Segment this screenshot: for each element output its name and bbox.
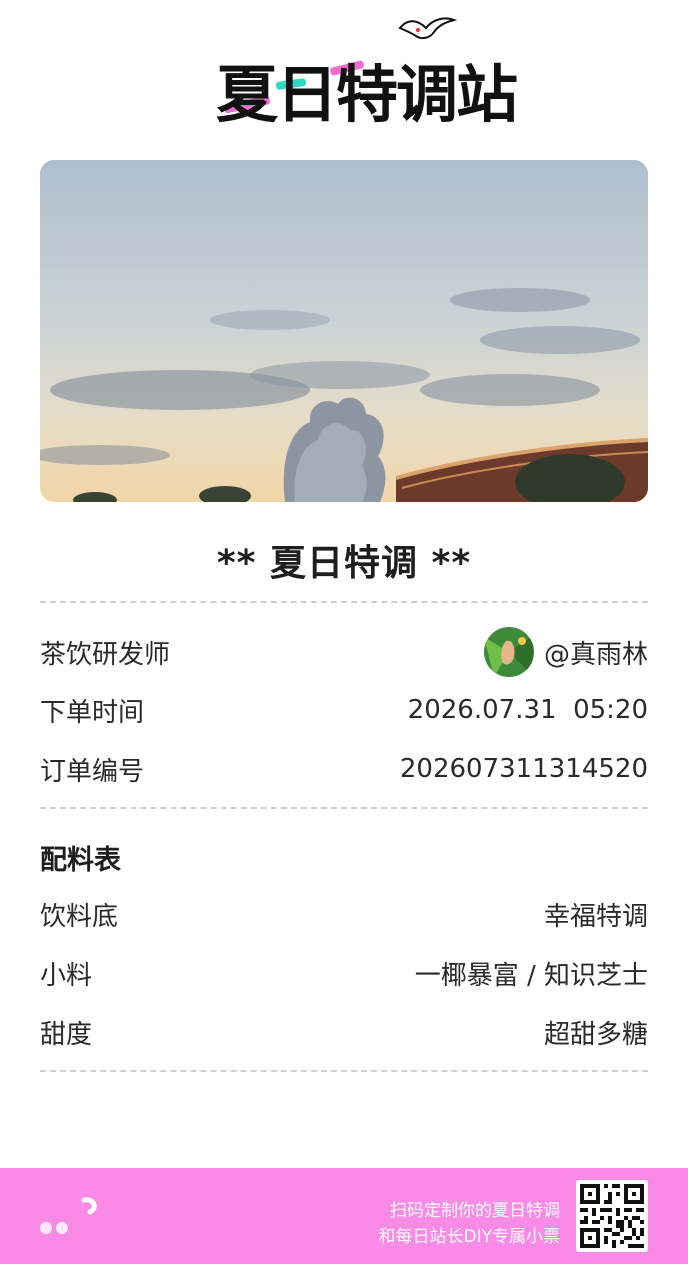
row-label: 饮料底	[40, 901, 119, 932]
ingredient-row-sweetness: 甜度 超甜多糖	[40, 1012, 648, 1052]
row-label: 甜度	[40, 1019, 93, 1050]
info-row-developer: 茶饮研发师 @真雨林	[40, 627, 648, 677]
row-label: 茶饮研发师	[40, 639, 171, 670]
ingredient-row-base: 饮料底 幸福特调	[40, 894, 648, 934]
receipt-title: ** 夏日特调 **	[216, 543, 472, 584]
qr-code[interactable]	[576, 1180, 648, 1252]
ingredients-title: 配料表	[40, 845, 121, 876]
ingredient-row-topping: 小料 一椰暴富 / 知识芝士	[40, 953, 648, 993]
qr-code-icon	[580, 1184, 644, 1248]
row-value: 超甜多糖	[543, 1019, 648, 1050]
seagull-icon	[398, 17, 458, 40]
developer-name[interactable]: @真雨林	[544, 634, 648, 671]
row-label: 下单时间	[40, 697, 145, 728]
footer-line: 和每日站长DIY专属小票	[378, 1227, 561, 1247]
info-row-order-time: 下单时间 2026.07.31 05:20	[40, 690, 648, 730]
footer-line: 扫码定制你的夏日特调	[390, 1201, 560, 1221]
row-value: 一椰暴富 / 知识芝士	[414, 960, 648, 991]
sunset-sky-photo	[40, 160, 648, 502]
row-value: @真雨林	[483, 627, 648, 677]
avatar[interactable]	[483, 627, 534, 677]
dashed-divider	[40, 601, 648, 603]
row-value: 幸福特调	[543, 901, 648, 932]
row-label: 订单编号	[40, 756, 145, 787]
row-value: 202607311314520	[399, 754, 648, 784]
dashed-divider	[40, 1070, 648, 1072]
footer-text: 扫码定制你的夏日特调 和每日站长DIY专属小票	[379, 1198, 561, 1250]
logo-text: 夏日特调站	[216, 58, 518, 131]
row-value: 2026.07.31 05:20	[407, 695, 648, 725]
info-row-order-number: 订单编号 202607311314520	[40, 749, 648, 789]
dashed-divider	[40, 807, 648, 809]
footer-banner: 扫码定制你的夏日特调 和每日站长DIY专属小票	[0, 1168, 688, 1264]
row-label: 小料	[40, 960, 93, 991]
app-logo: 夏日特调站	[210, 14, 518, 131]
decorative-sparkle-icon	[40, 1197, 97, 1234]
